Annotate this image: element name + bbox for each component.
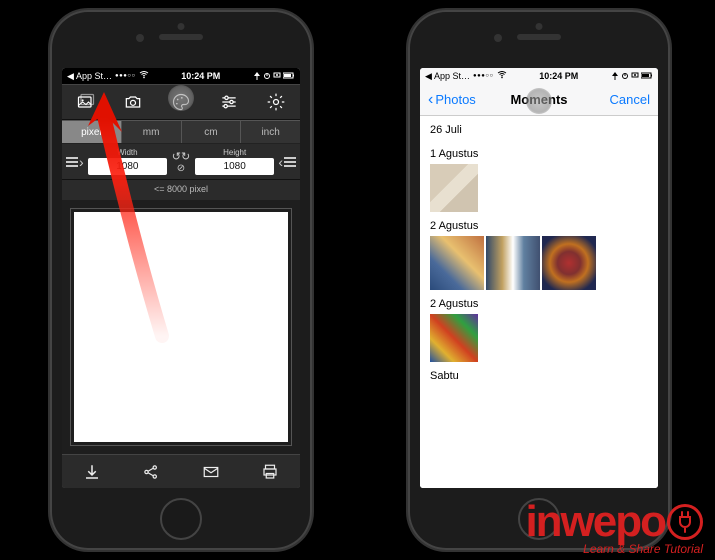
height-label: Height [223, 148, 246, 157]
menu-left-button[interactable]: › [66, 155, 85, 169]
height-input[interactable] [195, 158, 274, 175]
print-button[interactable] [256, 458, 284, 486]
back-button[interactable]: ‹ Photos [428, 92, 476, 108]
home-button[interactable] [160, 498, 202, 540]
print-icon [261, 463, 279, 481]
dimensions-row: › Width ↺↻ ⊘ Height ‹ [62, 144, 300, 180]
assistive-touch-icon[interactable] [168, 85, 194, 111]
moments-list[interactable]: 26 Juli 1 Agustus 2 Agustus [420, 116, 658, 488]
home-button[interactable] [518, 498, 560, 540]
photo-thumbnail[interactable] [542, 236, 596, 290]
signal-dots-icon: ●●●○○ [115, 73, 136, 79]
link-icon: ⊘ [177, 163, 185, 174]
unit-inch[interactable]: inch [241, 120, 300, 143]
phone-frame-right: ◀ App St… ●●●○○ 10:24 PM ‹ Photos Mom [408, 10, 670, 550]
canvas-area [62, 200, 300, 454]
swap-icon: ↺↻ [172, 150, 190, 163]
wifi-icon [139, 71, 149, 81]
section-date-label: 2 Agustus [430, 290, 648, 314]
share-button[interactable] [137, 458, 165, 486]
nav-header: ‹ Photos Moments Cancel [420, 84, 658, 116]
photo-thumbnail[interactable] [430, 236, 484, 290]
sliders-icon [219, 92, 239, 112]
moments-section: 26 Juli [420, 116, 658, 140]
plug-icon [667, 504, 703, 540]
width-input[interactable] [88, 158, 167, 175]
gear-icon [266, 92, 286, 112]
status-back-label[interactable]: ◀ App St… [67, 71, 112, 82]
unit-mm[interactable]: mm [122, 120, 182, 143]
mail-button[interactable] [197, 458, 225, 486]
status-right-icons [611, 72, 653, 80]
status-time: 10:24 PM [539, 71, 578, 81]
sliders-tab[interactable] [215, 88, 243, 116]
status-time: 10:24 PM [181, 71, 220, 81]
moments-section: 1 Agustus [420, 140, 658, 212]
unit-cm[interactable]: cm [182, 120, 242, 143]
cancel-button[interactable]: Cancel [610, 92, 650, 107]
share-icon [142, 463, 160, 481]
unit-selector: pixel mm cm inch [62, 120, 300, 144]
signal-dots-icon: ●●●○○ [473, 73, 494, 79]
editor-app: pixel mm cm inch › Width ↺↻ ⊘ [62, 84, 300, 488]
section-date-label: 26 Juli [430, 116, 648, 140]
chevron-left-icon: ‹ [428, 92, 433, 108]
status-right-icons [253, 72, 295, 80]
screen-left: ◀ App St… ●●●○○ 10:24 PM [62, 68, 300, 488]
bottom-actionbar [62, 454, 300, 488]
moments-section: Sabtu [420, 362, 658, 386]
status-bar: ◀ App St… ●●●○○ 10:24 PM [420, 68, 658, 84]
photo-thumbnail[interactable] [430, 164, 478, 212]
photos-picker-app: ‹ Photos Moments Cancel 26 Juli 1 Agustu… [420, 84, 658, 488]
screen-right: ◀ App St… ●●●○○ 10:24 PM ‹ Photos Mom [420, 68, 658, 488]
gallery-icon [76, 92, 96, 112]
moments-section: 2 Agustus [420, 212, 658, 290]
max-pixel-note: <= 8000 pixel [62, 180, 300, 200]
mail-icon [202, 463, 220, 481]
camera-icon [123, 92, 143, 112]
canvas[interactable] [74, 212, 288, 442]
phone-frame-left: ◀ App St… ●●●○○ 10:24 PM [50, 10, 312, 550]
unit-pixel[interactable]: pixel [62, 120, 122, 143]
gallery-tab[interactable] [72, 88, 100, 116]
section-date-label: 1 Agustus [430, 140, 648, 164]
wifi-icon [497, 71, 507, 81]
section-date-label: Sabtu [430, 362, 648, 386]
camera-tab[interactable] [119, 88, 147, 116]
download-icon [83, 463, 101, 481]
moments-section: 2 Agustus [420, 290, 658, 362]
status-bar: ◀ App St… ●●●○○ 10:24 PM [62, 68, 300, 84]
photo-thumbnail[interactable] [486, 236, 540, 290]
back-label: Photos [435, 92, 475, 107]
download-button[interactable] [78, 458, 106, 486]
photo-thumbnail[interactable] [430, 314, 478, 362]
status-back-label[interactable]: ◀ App St… [425, 71, 470, 82]
section-date-label: 2 Agustus [430, 212, 648, 236]
menu-right-button[interactable]: ‹ [277, 155, 296, 169]
assistive-touch-icon[interactable] [526, 88, 552, 114]
width-label: Width [117, 148, 137, 157]
settings-tab[interactable] [262, 88, 290, 116]
swap-link-group[interactable]: ↺↻ ⊘ [170, 150, 192, 174]
